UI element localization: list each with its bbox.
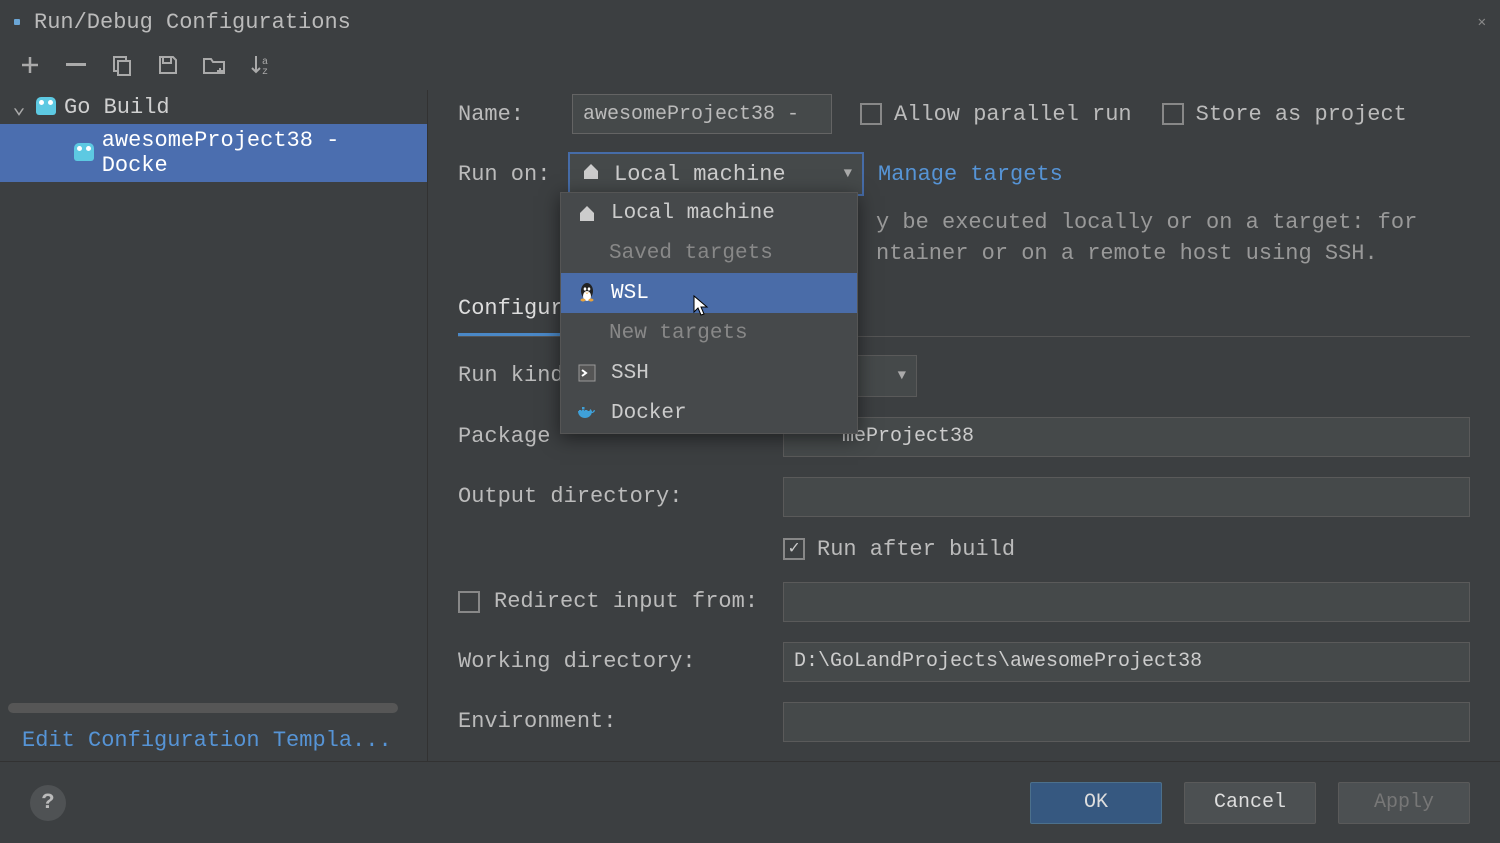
output-dir-label: Output directory: <box>458 484 783 509</box>
run-after-build-label: Run after build <box>817 537 1015 562</box>
tree-item-selected[interactable]: awesomeProject38 - Docke <box>0 124 427 182</box>
dd-item-label: Docker <box>611 402 687 425</box>
tree-item-label: awesomeProject38 - Docke <box>102 128 417 178</box>
redirect-input-label: Redirect input from: <box>494 589 783 614</box>
working-dir-input[interactable] <box>783 642 1470 682</box>
dd-item-wsl[interactable]: WSL <box>561 273 857 313</box>
output-dir-input[interactable] <box>783 477 1470 517</box>
apply-button[interactable]: Apply <box>1338 782 1470 824</box>
dd-item-label: WSL <box>611 282 649 305</box>
gopher-icon <box>74 143 94 161</box>
working-dir-label: Working directory: <box>458 649 783 674</box>
bottom-bar: ? OK Cancel Apply <box>0 761 1500 843</box>
store-project-label: Store as project <box>1196 102 1407 127</box>
remove-icon[interactable] <box>64 53 88 77</box>
environment-input[interactable] <box>783 702 1470 742</box>
copy-icon[interactable] <box>110 53 134 77</box>
tree-group-go-build[interactable]: ⌄ Go Build <box>0 90 427 124</box>
sort-icon[interactable]: az <box>248 53 272 77</box>
toolbar: az <box>0 44 1500 90</box>
store-project-checkbox[interactable] <box>1162 103 1184 125</box>
folder-icon[interactable] <box>202 53 226 77</box>
close-icon[interactable]: ✕ <box>1478 14 1486 31</box>
run-on-dropdown[interactable]: Local machine ▼ <box>568 152 864 196</box>
redirect-input-checkbox[interactable] <box>458 591 480 613</box>
chevron-down-icon: ▼ <box>844 166 852 182</box>
add-icon[interactable] <box>18 53 42 77</box>
home-icon <box>575 204 599 222</box>
environment-label: Environment: <box>458 709 783 734</box>
svg-text:z: z <box>262 67 268 78</box>
tree-group-label: Go Build <box>64 95 170 120</box>
dd-item-local[interactable]: Local machine <box>561 193 857 233</box>
edit-templates-link[interactable]: Edit Configuration Templa... <box>22 728 392 753</box>
hint-line-1: y be executed locally or on a target: fo… <box>876 208 1470 239</box>
manage-targets-link[interactable]: Manage targets <box>878 162 1063 187</box>
terminal-icon <box>575 364 599 382</box>
ok-button[interactable]: OK <box>1030 782 1162 824</box>
chevron-down-icon: ▼ <box>898 368 906 384</box>
tux-icon <box>575 283 599 303</box>
run-on-label: Run on: <box>458 162 568 187</box>
run-on-selected: Local machine <box>614 162 844 187</box>
home-icon <box>582 162 604 187</box>
gopher-icon <box>36 97 56 115</box>
dd-item-label: Local machine <box>611 202 775 225</box>
allow-parallel-label: Allow parallel run <box>894 102 1132 127</box>
help-button[interactable]: ? <box>30 785 66 821</box>
hint-line-2: ntainer or on a remote host using SSH. <box>876 239 1470 270</box>
save-icon[interactable] <box>156 53 180 77</box>
dd-item-label: SSH <box>611 362 649 385</box>
window-title: Run/Debug Configurations <box>34 10 351 35</box>
scrollbar[interactable] <box>8 703 398 713</box>
package-input[interactable] <box>783 417 1470 457</box>
run-after-build-checkbox[interactable] <box>783 538 805 560</box>
name-label: Name: <box>458 102 568 127</box>
dd-item-ssh[interactable]: SSH <box>561 353 857 393</box>
redirect-input-field[interactable] <box>783 582 1470 622</box>
sidebar: ⌄ Go Build awesomeProject38 - Docke Edit… <box>0 90 428 761</box>
docker-icon <box>575 405 599 421</box>
dd-header-new: New targets <box>561 313 857 353</box>
titlebar: Run/Debug Configurations ✕ <box>0 0 1500 44</box>
dd-item-docker[interactable]: Docker <box>561 393 857 433</box>
tab-configuration[interactable]: Configur <box>458 296 564 336</box>
app-icon <box>14 19 20 25</box>
name-input[interactable] <box>572 94 832 134</box>
cancel-button[interactable]: Cancel <box>1184 782 1316 824</box>
dd-header-saved: Saved targets <box>561 233 857 273</box>
allow-parallel-checkbox[interactable] <box>860 103 882 125</box>
chevron-down-icon: ⌄ <box>10 94 28 120</box>
run-on-dropdown-popup: Local machine Saved targets WSL New targ… <box>560 192 858 434</box>
